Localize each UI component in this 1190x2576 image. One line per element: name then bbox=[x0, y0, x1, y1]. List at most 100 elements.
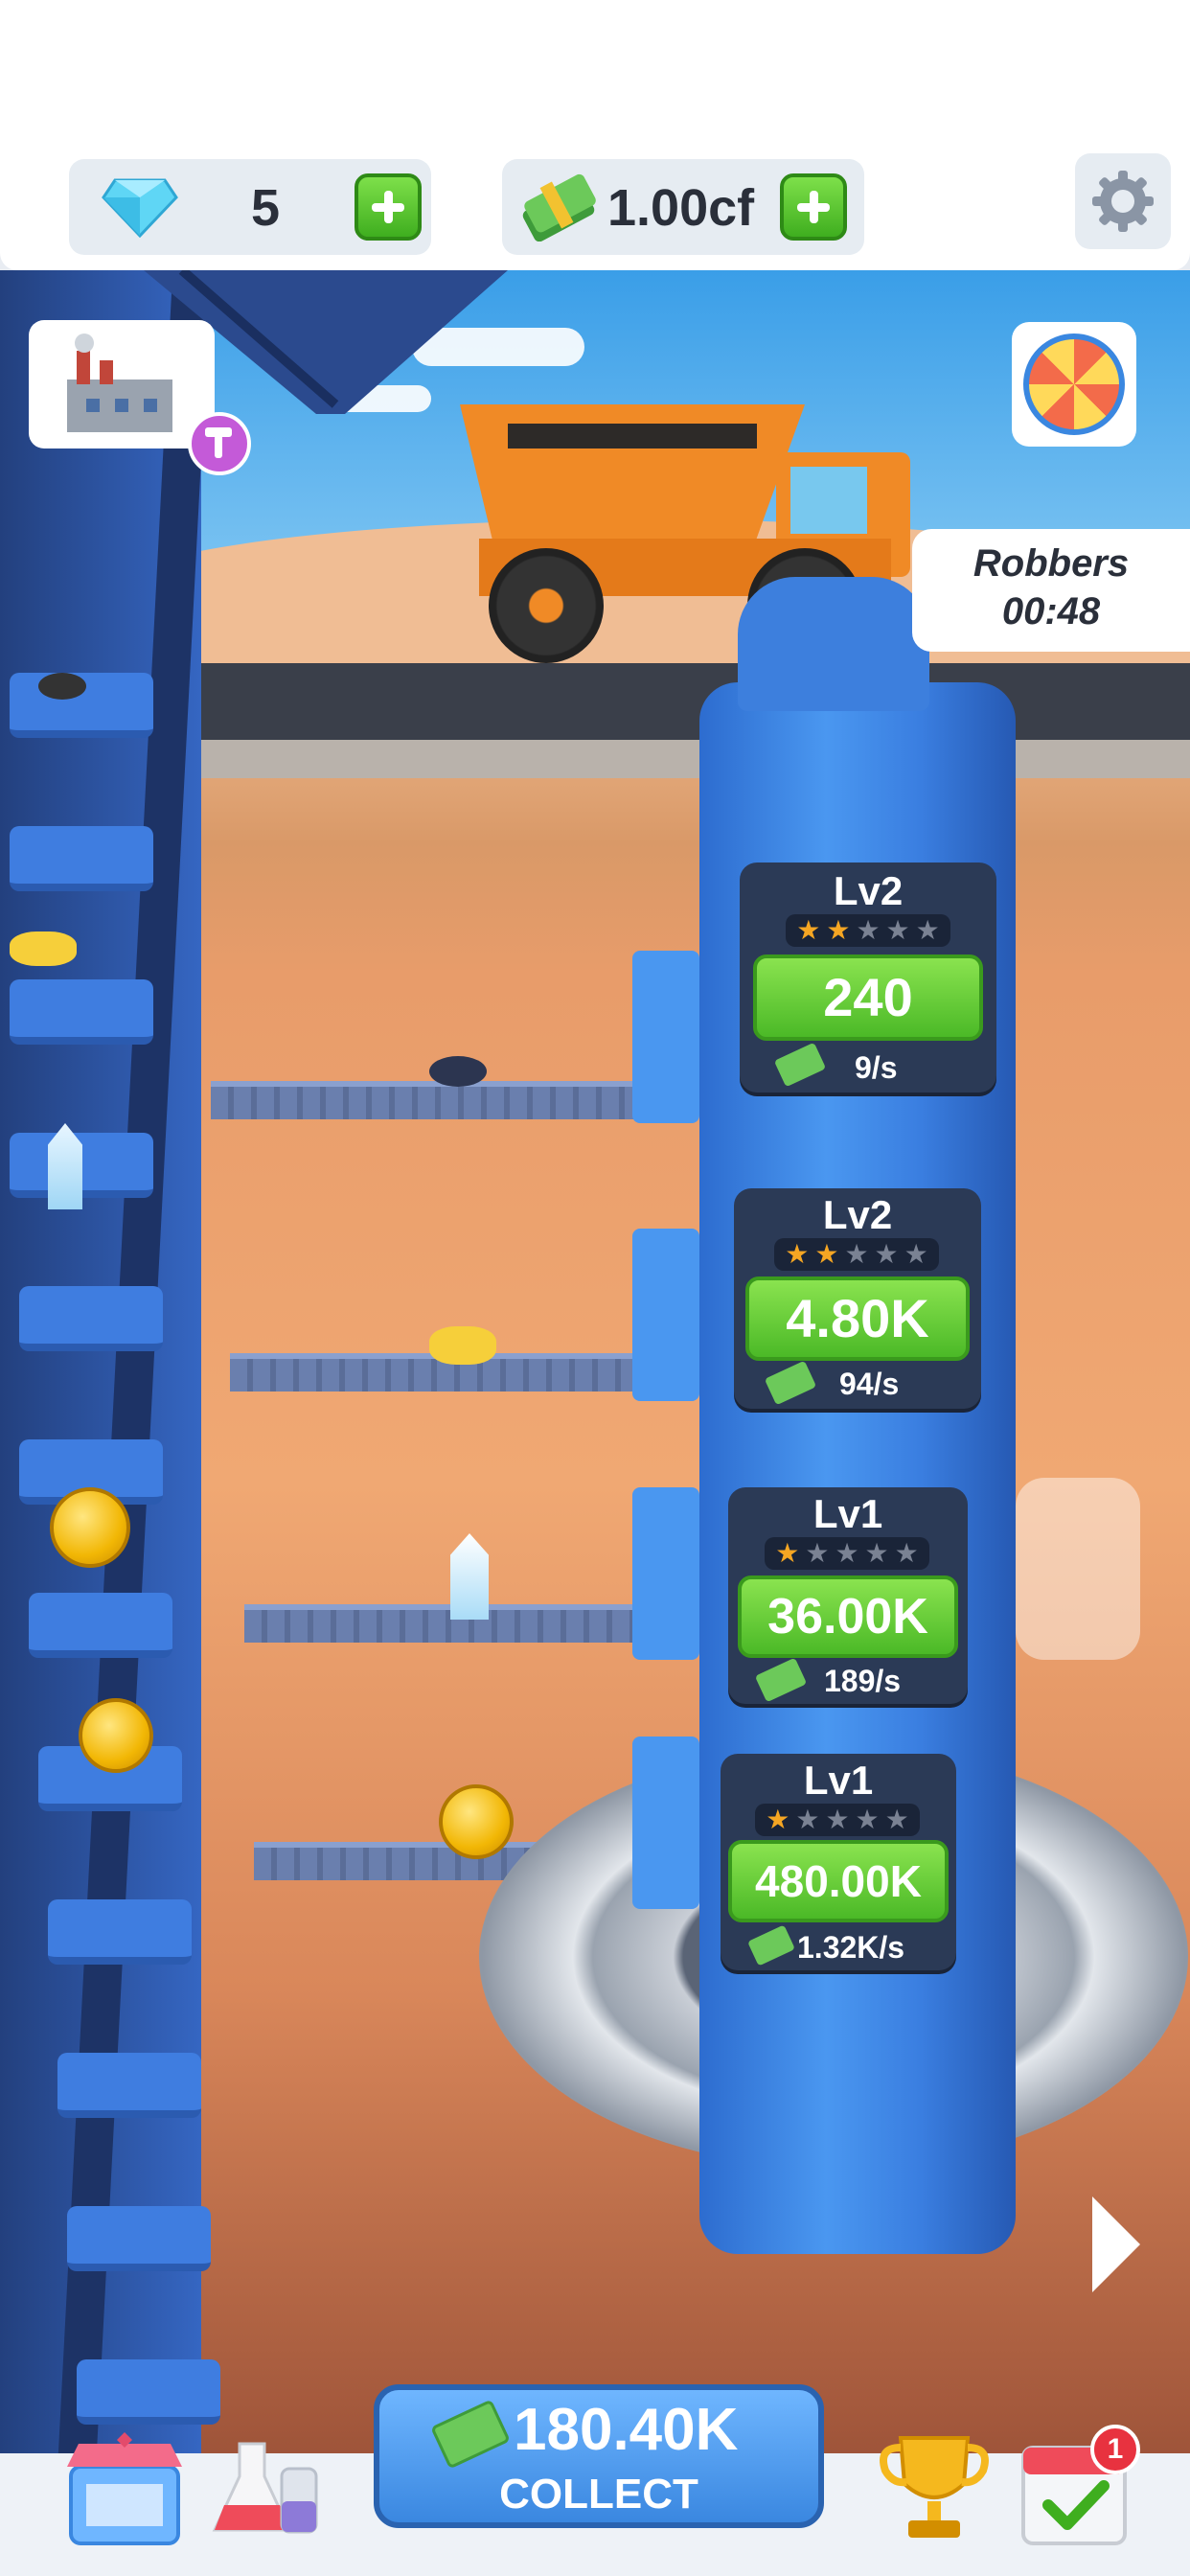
road bbox=[144, 663, 1190, 740]
star-icon: ★ bbox=[855, 1805, 880, 1834]
cash-stack-icon bbox=[773, 1042, 827, 1088]
leaderboard-button[interactable] bbox=[872, 2425, 996, 2549]
star-icon: ★ bbox=[766, 1805, 790, 1834]
hammer-icon bbox=[188, 412, 251, 475]
drill-level: Lv2 bbox=[833, 868, 904, 913]
elevator-step bbox=[29, 1593, 172, 1658]
cash-stack-icon bbox=[764, 1360, 817, 1406]
coal-ore bbox=[429, 1056, 487, 1087]
cash-stack-icon bbox=[522, 173, 596, 242]
wheel-icon bbox=[1023, 334, 1125, 435]
star-icon: ★ bbox=[864, 1538, 889, 1568]
drill-card-1[interactable]: Lv2 ★ ★ ★ ★ ★ 240 9/s bbox=[740, 862, 996, 1092]
cash-stack-icon bbox=[430, 2399, 511, 2470]
shop-button[interactable] bbox=[57, 2425, 192, 2549]
star-icon: ★ bbox=[814, 1239, 839, 1269]
star-rating: ★ ★ ★ ★ ★ bbox=[765, 1537, 929, 1570]
star-rating: ★ ★ ★ ★ ★ bbox=[786, 914, 950, 947]
trophy-icon bbox=[880, 2436, 989, 2538]
factory-button[interactable] bbox=[29, 320, 251, 475]
elevator-step bbox=[48, 1899, 192, 1965]
add-gems-button[interactable] bbox=[355, 173, 422, 241]
tower-side-panel bbox=[632, 1736, 699, 1909]
shop-icon bbox=[67, 2432, 182, 2545]
gold-coin bbox=[79, 1698, 153, 1773]
gems-counter: 5 bbox=[69, 159, 431, 255]
elevator-step bbox=[67, 2206, 211, 2271]
mine-shelf-1 bbox=[211, 1081, 642, 1119]
drill-level: Lv2 bbox=[822, 1192, 893, 1237]
drill-value-button[interactable]: 36.00K bbox=[738, 1576, 958, 1658]
star-rating: ★ ★ ★ ★ ★ bbox=[774, 1238, 939, 1271]
gold-nugget bbox=[429, 1326, 496, 1365]
star-icon: ★ bbox=[904, 1239, 928, 1269]
star-icon: ★ bbox=[915, 915, 940, 945]
drill-level: Lv1 bbox=[812, 1491, 883, 1536]
collect-button[interactable]: 180.40K COLLECT bbox=[374, 2384, 824, 2528]
elevator-step bbox=[77, 2359, 220, 2425]
tower-side-panel bbox=[632, 1229, 699, 1401]
truck-wheel bbox=[489, 548, 604, 663]
star-icon: ★ bbox=[785, 1239, 810, 1269]
mine-scene: Lv2 ★ ★ ★ ★ ★ 240 9/s Lv2 ★ ★ ★ ★ ★ 4.80K 94/s L… bbox=[0, 270, 1190, 2474]
drill-value-button[interactable]: 4.80K bbox=[745, 1276, 970, 1361]
drill-value-button[interactable]: 240 bbox=[753, 954, 983, 1041]
gear-icon bbox=[1092, 171, 1154, 232]
gems-value: 5 bbox=[251, 179, 281, 237]
spin-wheel-button[interactable] bbox=[1012, 322, 1136, 447]
gold-coin bbox=[439, 1784, 514, 1859]
drill-card-2[interactable]: Lv2 ★ ★ ★ ★ ★ 4.80K 94/s bbox=[734, 1188, 981, 1409]
robbers-timer: 00:48 bbox=[1001, 590, 1101, 632]
star-icon: ★ bbox=[825, 1805, 850, 1834]
diamond-icon bbox=[102, 178, 178, 238]
star-rating: ★ ★ ★ ★ ★ bbox=[755, 1804, 920, 1836]
star-icon: ★ bbox=[805, 1538, 830, 1568]
gold-coin bbox=[50, 1487, 130, 1568]
next-arrow-icon[interactable] bbox=[1092, 2196, 1140, 2292]
ghost-jar bbox=[1016, 1478, 1140, 1660]
mine-shelf-3 bbox=[244, 1604, 642, 1643]
drill-rate: 94/s bbox=[839, 1367, 900, 1401]
drill-card-3[interactable]: Lv1 ★ ★ ★ ★ ★ 36.00K 189/s bbox=[728, 1487, 968, 1704]
cash-counter: 1.00cf bbox=[502, 159, 864, 255]
daily-calendar-button[interactable]: 1 bbox=[1016, 2425, 1140, 2549]
star-icon: ★ bbox=[795, 1805, 820, 1834]
potion-icon bbox=[212, 2442, 318, 2534]
elevator-step bbox=[57, 2053, 201, 2118]
robbers-title: Robbers bbox=[973, 542, 1130, 585]
star-icon: ★ bbox=[874, 1239, 899, 1269]
drill-card-4[interactable]: Lv1 ★ ★ ★ ★ ★ 480.00K 1.32K/s bbox=[721, 1754, 956, 1970]
lab-button[interactable] bbox=[201, 2425, 326, 2549]
drill-cap bbox=[738, 577, 929, 711]
road-edge bbox=[144, 740, 1190, 778]
elevator-step bbox=[10, 826, 153, 891]
star-icon: ★ bbox=[894, 1538, 919, 1568]
cash-value: 1.00cf bbox=[607, 179, 755, 237]
collect-label: COLLECT bbox=[499, 2471, 698, 2518]
star-icon: ★ bbox=[885, 915, 910, 945]
star-icon: ★ bbox=[884, 1805, 909, 1834]
elevator-step bbox=[10, 979, 153, 1045]
star-icon: ★ bbox=[835, 1538, 859, 1568]
robbers-event-panel[interactable]: Robbers 00:48 bbox=[912, 529, 1190, 652]
notification-badge: 1 bbox=[1090, 2425, 1140, 2474]
gold-nugget bbox=[10, 932, 77, 966]
star-icon: ★ bbox=[856, 915, 881, 945]
collect-amount: 180.40K bbox=[514, 2397, 739, 2463]
drill-rate: 189/s bbox=[824, 1664, 902, 1698]
cash-stack-icon bbox=[754, 1657, 808, 1703]
star-icon: ★ bbox=[796, 915, 821, 945]
crystal-ore bbox=[450, 1533, 489, 1620]
cash-stack-icon bbox=[747, 1924, 795, 1966]
tower-side-panel bbox=[632, 951, 699, 1123]
star-icon: ★ bbox=[775, 1538, 800, 1568]
star-icon: ★ bbox=[844, 1239, 869, 1269]
add-cash-button[interactable] bbox=[780, 173, 847, 241]
factory-icon bbox=[67, 334, 172, 432]
settings-button[interactable] bbox=[1075, 153, 1171, 249]
tower-side-panel bbox=[632, 1487, 699, 1660]
elevator-step bbox=[19, 1286, 163, 1351]
drill-value-button[interactable]: 480.00K bbox=[728, 1840, 949, 1922]
coal-ore bbox=[38, 673, 86, 700]
star-icon: ★ bbox=[826, 915, 851, 945]
